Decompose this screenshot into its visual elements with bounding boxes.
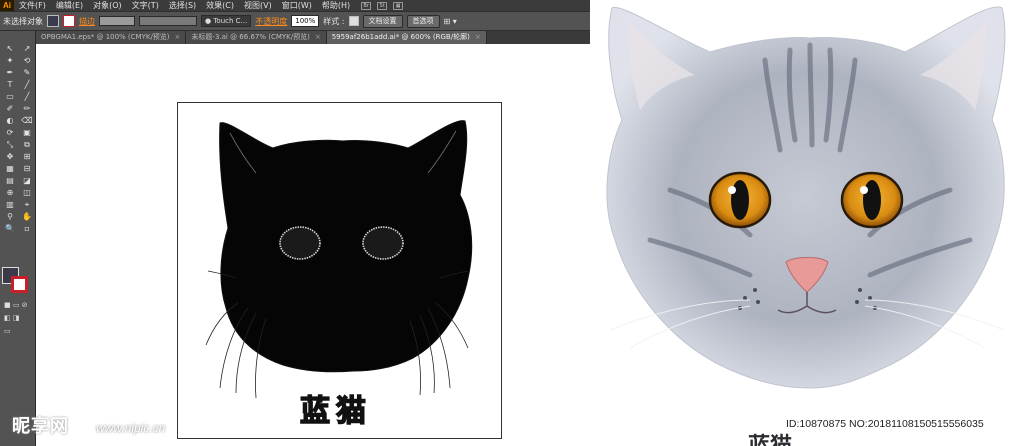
menu-view[interactable]: 视图(V) bbox=[239, 0, 277, 11]
cat-left-eye-outline bbox=[279, 226, 321, 260]
hand-tool-icon[interactable]: ⚲ bbox=[2, 211, 18, 222]
style-label: 样式 : bbox=[323, 16, 345, 26]
document-setup-button[interactable]: 文档设置 bbox=[362, 14, 403, 28]
direct-selection-tool-icon[interactable]: ↗ bbox=[19, 43, 35, 54]
artboard-tool-icon[interactable]: ▥ bbox=[2, 199, 18, 210]
stroke-label[interactable]: 描边 bbox=[79, 16, 95, 27]
blob-brush-tool-icon[interactable]: ◐ bbox=[2, 115, 18, 126]
arrange-docs-icon[interactable]: ⊞ ▾ bbox=[444, 17, 457, 26]
caption-glyph-1: 蓝 bbox=[300, 394, 330, 429]
illustrator-logo: Ai bbox=[0, 0, 14, 11]
menu-file[interactable]: 文件(F) bbox=[14, 0, 51, 11]
opacity-field[interactable]: 100% bbox=[291, 15, 320, 27]
image-id-watermark: ID:10870875 NO:20181108150515556035 bbox=[786, 418, 984, 430]
menu-select[interactable]: 选择(S) bbox=[164, 0, 201, 11]
cat-outline-artwork: 蓝 猫 bbox=[205, 120, 473, 430]
illustrator-window: Ai 文件(F) 编辑(E) 对象(O) 文字(T) 选择(S) 效果(C) 视… bbox=[0, 0, 590, 446]
line-tool-icon[interactable]: ╱ bbox=[19, 79, 35, 90]
rectangle-tool-icon[interactable]: ▭ bbox=[2, 91, 18, 102]
mesh-tool-icon[interactable]: ▦ bbox=[2, 163, 18, 174]
graphic-style-swatch[interactable] bbox=[348, 16, 359, 26]
bridge-icon[interactable]: Br bbox=[361, 1, 372, 10]
blend-tool-icon[interactable]: ◪ bbox=[19, 175, 35, 186]
shaper-tool-icon[interactable]: ✐ bbox=[2, 103, 18, 114]
free-transform-tool-icon[interactable]: ⧉ bbox=[19, 139, 35, 150]
control-bar: 未选择对象 描边 ● Touch C... 不透明度 100% 样式 : 文档设… bbox=[0, 11, 590, 31]
brush-name: Touch C... bbox=[213, 17, 248, 25]
tab-document-1[interactable]: OPBGMA1.eps* @ 100% (CMYK/预览) × bbox=[36, 31, 187, 44]
column-graph-tool-icon[interactable]: ◫ bbox=[19, 187, 35, 198]
shape-builder-tool-icon[interactable]: ✥ bbox=[2, 151, 18, 162]
draw-mode-icons[interactable]: ◧ ◨ bbox=[4, 314, 19, 322]
artboard-caption: 蓝 猫 bbox=[299, 393, 366, 429]
menu-edit[interactable]: 编辑(E) bbox=[51, 0, 88, 11]
lasso-tool-icon[interactable]: ⟲ bbox=[19, 55, 35, 66]
nipic-url[interactable]: www.nipic.cn bbox=[96, 421, 165, 435]
menu-type[interactable]: 文字(T) bbox=[127, 0, 164, 11]
brush-dropdown[interactable]: ● Touch C... bbox=[201, 15, 252, 27]
width-tool-icon[interactable]: ⤡ bbox=[2, 139, 18, 150]
photo-caption: 蓝猫 bbox=[748, 428, 792, 446]
scale-tool-icon[interactable]: ▣ bbox=[19, 127, 35, 138]
stroke-swatch[interactable] bbox=[11, 276, 28, 293]
symbol-sprayer-tool-icon[interactable]: ⊕ bbox=[2, 187, 18, 198]
tools-panel: ↖ ↗ ✦ ⟲ ✒ ✎ T ╱ ▭ ╱ ✐ ✏ ◐ ⌫ ⟳ ▣ ⤡ ⧉ ✥ ⊞ … bbox=[0, 31, 36, 446]
tab-label: 未标题-3.ai @ 66.67% (CMYK/预览) bbox=[191, 33, 310, 41]
pen-tool-icon[interactable]: ✒ bbox=[2, 67, 18, 78]
preferences-button[interactable]: 首选项 bbox=[406, 14, 440, 28]
stroke-weight-field[interactable] bbox=[99, 16, 135, 26]
menu-bar: Ai 文件(F) 编辑(E) 对象(O) 文字(T) 选择(S) 效果(C) 视… bbox=[0, 0, 590, 11]
fill-stroke-widget[interactable] bbox=[2, 267, 30, 295]
change-screen-mode-icon[interactable]: ▭ bbox=[4, 327, 11, 335]
fill-color-swatch[interactable] bbox=[47, 15, 59, 27]
document-tab-bar: OPBGMA1.eps* @ 100% (CMYK/预览) × 未标题-3.ai… bbox=[36, 31, 590, 44]
perspective-grid-tool-icon[interactable]: ⊞ bbox=[19, 151, 35, 162]
tab-label: 5959af26b1add.ai* @ 600% (RGB/轮廓) bbox=[331, 33, 470, 41]
cat-photo bbox=[590, 0, 1024, 446]
workspace-icon[interactable]: ▦ bbox=[393, 1, 404, 10]
nipic-logo: 昵享网 bbox=[12, 416, 69, 437]
rotate-tool-icon[interactable]: ⟳ bbox=[2, 127, 18, 138]
tab-label: OPBGMA1.eps* @ 100% (CMYK/预览) bbox=[41, 33, 170, 41]
selection-status: 未选择对象 bbox=[3, 16, 43, 26]
close-icon[interactable]: × bbox=[175, 31, 181, 44]
variable-width-dropdown[interactable] bbox=[139, 16, 197, 26]
color-mode-icons[interactable]: ■ ▭ ⊘ bbox=[4, 301, 28, 309]
cat-illustration bbox=[606, 6, 1006, 389]
type-tool-icon[interactable]: T bbox=[2, 79, 18, 90]
menu-effect[interactable]: 效果(C) bbox=[201, 0, 239, 11]
selection-tool-icon[interactable]: ↖ bbox=[2, 43, 18, 54]
magic-wand-tool-icon[interactable]: ✦ bbox=[2, 55, 18, 66]
paintbrush-tool-icon[interactable]: ╱ bbox=[19, 91, 35, 102]
menu-help[interactable]: 帮助(H) bbox=[317, 0, 355, 11]
stroke-color-swatch[interactable] bbox=[63, 15, 75, 27]
artboard[interactable]: 蓝 猫 bbox=[177, 102, 502, 439]
stock-icon[interactable]: St bbox=[377, 1, 388, 10]
gradient-tool-icon[interactable]: ⊟ bbox=[19, 163, 35, 174]
zoom-tool-icon[interactable]: 🔍 bbox=[2, 223, 18, 234]
screen-mode-icon[interactable]: ▫ bbox=[19, 223, 35, 234]
eyedropper-tool-icon[interactable]: ▤ bbox=[2, 175, 18, 186]
tab-document-3[interactable]: 5959af26b1add.ai* @ 600% (RGB/轮廓) × bbox=[326, 31, 487, 44]
cat-right-eye-outline bbox=[362, 226, 404, 260]
canvas-area[interactable]: 蓝 猫 bbox=[37, 44, 590, 446]
close-icon[interactable]: × bbox=[475, 31, 481, 44]
menu-window[interactable]: 窗口(W) bbox=[277, 0, 317, 11]
curvature-tool-icon[interactable]: ✎ bbox=[19, 67, 35, 78]
tab-document-2[interactable]: 未标题-3.ai @ 66.67% (CMYK/预览) × bbox=[186, 31, 327, 44]
hand-tool-alt-icon[interactable]: ✋ bbox=[19, 211, 35, 222]
opacity-label[interactable]: 不透明度 bbox=[255, 16, 287, 27]
cat-head-silhouette bbox=[219, 120, 473, 373]
pencil-tool-icon[interactable]: ✏ bbox=[19, 103, 35, 114]
menu-object[interactable]: 对象(O) bbox=[88, 0, 127, 11]
caption-glyph-2: 猫 bbox=[336, 394, 366, 429]
eraser-tool-icon[interactable]: ⌫ bbox=[19, 115, 35, 126]
slice-tool-icon[interactable]: ⌖ bbox=[19, 199, 35, 210]
close-icon[interactable]: × bbox=[315, 31, 321, 44]
